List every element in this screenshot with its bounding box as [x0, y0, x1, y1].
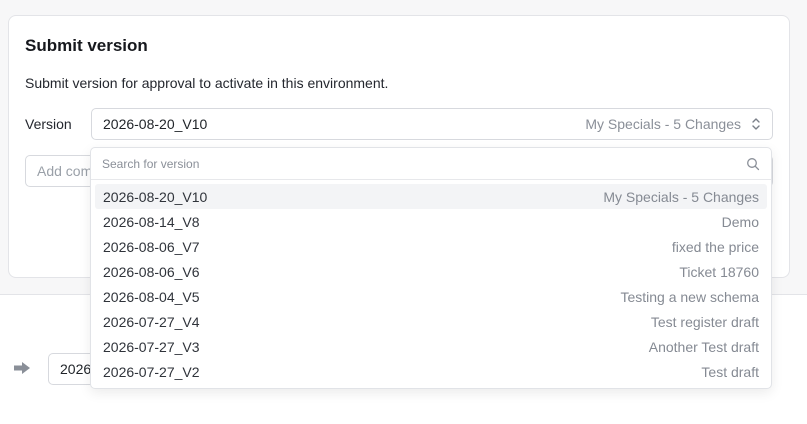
version-option[interactable]: 2026-07-27_V2 Test draft	[95, 359, 767, 384]
option-name: 2026-07-27_V3	[103, 338, 200, 355]
option-name: 2026-08-06_V7	[103, 238, 200, 255]
version-option[interactable]: 2026-08-20_V10 My Specials - 5 Changes	[95, 184, 767, 209]
option-name: 2026-07-27_V4	[103, 313, 200, 330]
card-title: Submit version	[25, 36, 148, 55]
version-search	[91, 148, 771, 180]
version-option[interactable]: 2026-07-27_V4 Test register draft	[95, 309, 767, 334]
version-search-input[interactable]	[102, 156, 746, 171]
version-option[interactable]: 2026-08-04_V5 Testing a new schema	[95, 284, 767, 309]
version-options: 2026-08-20_V10 My Specials - 5 Changes 2…	[91, 180, 771, 388]
option-name: 2026-08-20_V10	[103, 188, 208, 205]
option-description: Test draft	[701, 363, 759, 380]
version-label: Version	[25, 116, 72, 132]
option-name: 2026-08-14_V8	[103, 213, 200, 230]
option-description: Demo	[721, 213, 759, 230]
search-icon	[747, 157, 760, 170]
chevron-updown-icon	[752, 118, 760, 130]
selected-version-description: My Specials - 5 Changes	[585, 116, 741, 132]
version-select[interactable]: 2026-08-20_V10 My Specials - 5 Changes	[91, 108, 773, 140]
version-option[interactable]: 2026-07-27_V3 Another Test draft	[95, 334, 767, 359]
option-name: 2026-07-27_V2	[103, 363, 200, 380]
option-description: Another Test draft	[648, 338, 759, 355]
option-name: 2026-08-06_V6	[103, 263, 200, 280]
option-description: fixed the price	[671, 238, 759, 255]
second-select-value: 2026	[60, 361, 92, 377]
version-option[interactable]: 2026-08-06_V6 Ticket 18760	[95, 259, 767, 284]
option-description: Ticket 18760	[679, 263, 759, 280]
option-description: Testing a new schema	[620, 288, 759, 305]
option-name: 2026-08-04_V5	[103, 288, 200, 305]
card-description: Submit version for approval to activate …	[25, 75, 389, 91]
selected-version: 2026-08-20_V10	[103, 116, 208, 132]
option-description: Test register draft	[650, 313, 759, 330]
version-option[interactable]: 2026-08-14_V8 Demo	[95, 209, 767, 234]
version-option[interactable]: 2026-08-06_V7 fixed the price	[95, 234, 767, 259]
comment-placeholder: Add com	[37, 163, 93, 179]
option-description: My Specials - 5 Changes	[603, 188, 759, 205]
version-dropdown: 2026-08-20_V10 My Specials - 5 Changes 2…	[90, 147, 772, 389]
arrow-right-icon	[14, 362, 30, 374]
